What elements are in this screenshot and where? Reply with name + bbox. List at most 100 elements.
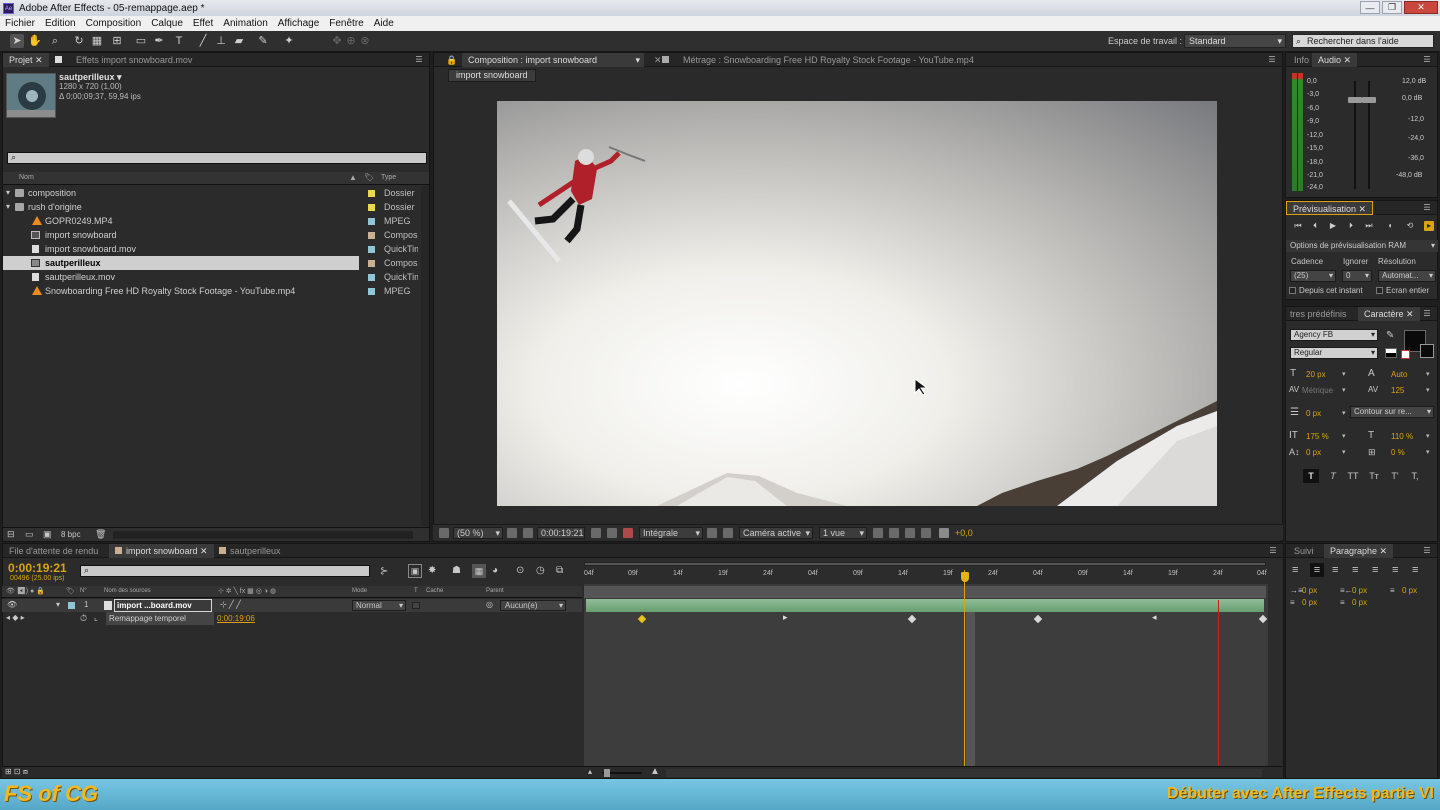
show-snapshot-icon[interactable] — [607, 528, 617, 538]
property-value[interactable]: 0:00:19:06 — [217, 614, 255, 623]
list-item[interactable]: Snowboarding Free HD Royalty Stock Foota… — [3, 284, 419, 298]
kerning-value[interactable]: Métrique — [1302, 386, 1333, 395]
zoom-slider-handle[interactable] — [604, 769, 610, 777]
composition-frame[interactable] — [497, 101, 1217, 506]
layer-duration-bar[interactable] — [586, 599, 1264, 612]
parent-pickwhip-icon[interactable]: ◎ — [486, 600, 493, 609]
tab-preview[interactable]: Prévisualisation ✕ — [1286, 201, 1374, 215]
panel-menu-icon[interactable]: ☰ — [1421, 204, 1433, 212]
space-after-value[interactable]: 0 px — [1352, 598, 1367, 607]
trash-icon[interactable]: 🗑 — [95, 529, 106, 540]
volume-slider-handle-right[interactable] — [1362, 97, 1376, 103]
font-size-value[interactable]: 20 px — [1306, 370, 1326, 379]
keyframe-hold-out[interactable]: ▸ — [783, 612, 788, 623]
label-color[interactable] — [368, 218, 375, 225]
motion-blur-icon[interactable]: ◕ — [492, 565, 498, 576]
panel-menu-icon[interactable]: ☰ — [1267, 547, 1279, 555]
graph-editor-icon[interactable]: ⧉ — [556, 565, 563, 576]
track-matte-toggle[interactable] — [412, 602, 420, 609]
zoom-out-icon[interactable]: ▴ — [588, 767, 592, 776]
horizontal-scale-value[interactable]: 110 % — [1391, 432, 1413, 441]
tab-tracker[interactable]: Suivi — [1288, 544, 1320, 558]
switches-toggle-icon[interactable]: ⊞ ⊡ ⧈ — [5, 767, 28, 777]
horizontal-scrollbar[interactable] — [113, 531, 413, 539]
stroke-width-value[interactable]: 0 px — [1306, 409, 1321, 418]
panel-menu-icon[interactable]: ☰ — [1421, 310, 1433, 318]
list-item[interactable]: import snowboard.mov QuickTim — [3, 242, 419, 256]
tracking-value[interactable]: 125 — [1391, 386, 1404, 395]
justify-right-icon[interactable]: ≡ — [1392, 564, 1398, 576]
chevron-down-icon[interactable]: ▾ — [1426, 432, 1430, 440]
stroke-color-swatch[interactable] — [1420, 344, 1434, 358]
label-color[interactable] — [368, 288, 375, 295]
loop-icon[interactable]: ⟲ — [1405, 221, 1415, 231]
expand-triangle-icon[interactable]: ▾ — [6, 200, 10, 214]
exposure-icon[interactable] — [939, 528, 949, 538]
column-source-name[interactable]: Nom des sources — [104, 588, 151, 594]
ram-preview-icon[interactable]: ▸ — [1424, 221, 1434, 231]
draft-3d-icon[interactable]: ✸ — [428, 565, 436, 576]
av-features-icon[interactable]: 👁 ◀) ● 🔒 — [6, 587, 45, 595]
chevron-down-icon[interactable]: ▾ — [1342, 386, 1346, 394]
chevron-down-icon[interactable]: ▾ — [1426, 448, 1430, 456]
project-scrollbar[interactable] — [421, 186, 429, 526]
zoom-select[interactable]: (50 %) ▾ — [453, 527, 503, 539]
font-style-select[interactable]: Regular ▾ — [1290, 347, 1378, 359]
label-color[interactable] — [368, 232, 375, 239]
new-folder-icon[interactable]: ▭ — [25, 529, 34, 540]
world-axis-icon[interactable]: ⊕ — [344, 34, 358, 48]
text-tool-icon[interactable]: T — [172, 34, 186, 48]
clone-stamp-tool-icon[interactable]: ⊥ — [214, 34, 228, 48]
zoom-in-icon[interactable]: ▲ — [650, 766, 660, 777]
help-search-input[interactable]: ⌕ Rechercher dans l'aide — [1292, 34, 1434, 48]
menu-edition[interactable]: Edition — [45, 18, 76, 29]
faux-italic-button[interactable]: T — [1325, 469, 1341, 483]
list-item[interactable]: ▾ composition Dossier — [3, 186, 419, 200]
font-family-select[interactable]: Agency FB ▾ — [1290, 329, 1378, 341]
vertical-scale-value[interactable]: 175 % — [1306, 432, 1329, 441]
volume-slider-handle-left[interactable] — [1348, 97, 1362, 103]
label-color[interactable] — [368, 246, 375, 253]
graph-icon[interactable]: ⌞ — [94, 613, 98, 622]
black-white-swatch[interactable] — [1385, 348, 1397, 358]
maximize-button[interactable]: ❐ — [1382, 1, 1402, 14]
small-caps-button[interactable]: Tт — [1366, 469, 1382, 483]
exposure-value[interactable]: +0,0 — [955, 528, 973, 538]
always-preview-icon[interactable] — [439, 528, 449, 538]
tab-effects[interactable]: Effets import snowboard.mov — [49, 53, 198, 67]
tsume-value[interactable]: 0 % — [1391, 448, 1405, 457]
toggle-pixel-aspect-icon[interactable] — [873, 528, 883, 538]
menu-composition[interactable]: Composition — [86, 18, 142, 29]
superscript-button[interactable]: T' — [1387, 469, 1403, 483]
pen-tool-icon[interactable]: ✒ — [152, 34, 166, 48]
keyframe-navigator-icon[interactable]: ◂ ◆ ▸ — [6, 613, 25, 622]
hand-tool-icon[interactable]: ✋ — [28, 34, 42, 48]
interpret-footage-icon[interactable]: ⊟ — [7, 529, 15, 540]
column-t[interactable]: T — [414, 588, 418, 594]
timeline-search-input[interactable]: ⌕ — [80, 565, 370, 577]
rectangle-tool-icon[interactable]: ▭ — [134, 34, 148, 48]
cadence-select[interactable]: (25) ▾ — [1290, 270, 1336, 282]
align-center-icon[interactable]: ≡ — [1310, 563, 1324, 577]
indent-right-value[interactable]: 0 px — [1352, 586, 1367, 595]
ram-preview-options[interactable]: Options de prévisualisation RAM ▾ — [1286, 240, 1438, 252]
align-left-icon[interactable]: ≡ — [1292, 564, 1298, 576]
shy-layers-icon[interactable]: ☗ — [452, 565, 461, 576]
camera-select[interactable]: Caméra active ▾ — [739, 527, 813, 539]
chevron-down-icon[interactable]: ▾ — [1342, 370, 1346, 378]
current-time-indicator-head[interactable] — [961, 572, 969, 582]
indent-first-value[interactable]: 0 px — [1402, 586, 1417, 595]
label-column-icon[interactable]: 🏷 — [66, 587, 75, 595]
minimize-button[interactable]: — — [1360, 1, 1380, 14]
previous-frame-icon[interactable]: ⏴ — [1310, 221, 1320, 231]
timeline-current-time[interactable]: 0:00:19:21 — [8, 561, 67, 575]
list-item[interactable]: sautperilleux.mov QuickTim — [3, 270, 419, 284]
brush-tool-icon[interactable]: ╱ — [196, 34, 210, 48]
auto-keyframe-icon[interactable]: ◷ — [536, 565, 545, 576]
sort-up-icon[interactable]: ▲ — [349, 173, 357, 182]
project-search-input[interactable]: ⌕ — [7, 152, 427, 164]
last-frame-icon[interactable]: ⏭ — [1364, 221, 1374, 231]
work-area-bar[interactable] — [584, 562, 1266, 566]
column-type[interactable]: Type — [381, 174, 396, 181]
label-color[interactable] — [368, 260, 375, 267]
